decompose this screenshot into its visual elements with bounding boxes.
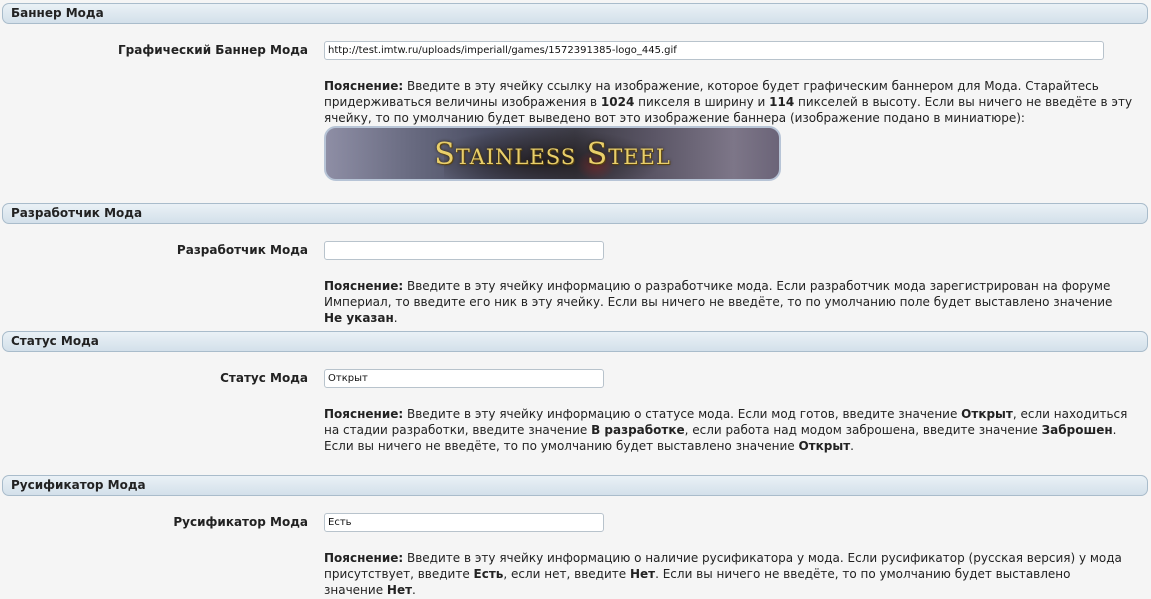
- rusifikator-description: Пояснение: Введите в эту ячейку информац…: [324, 551, 1122, 597]
- developer-input[interactable]: [324, 241, 604, 260]
- section-header-banner: Баннер Мода: [2, 3, 1148, 24]
- banner-description: Пояснение: Введите в эту ячейку ссылку н…: [324, 79, 1133, 125]
- developer-description: Пояснение: Введите в эту ячейку информац…: [324, 279, 1113, 325]
- banner-label: Графический Баннер Мода: [118, 43, 308, 57]
- rusifikator-label: Русификатор Мода: [173, 515, 308, 529]
- rusifikator-input[interactable]: [324, 513, 604, 532]
- desc-prefix: Пояснение:: [324, 79, 404, 93]
- section-header-developer: Разработчик Мода: [2, 203, 1148, 224]
- banner-url-input[interactable]: [324, 41, 1104, 60]
- status-input[interactable]: [324, 369, 604, 388]
- banner-preview-image: Stainless Steel: [324, 126, 781, 181]
- section-header-rusifikator: Русификатор Мода: [2, 475, 1148, 496]
- status-description: Пояснение: Введите в эту ячейку информац…: [324, 407, 1128, 453]
- banner-logo-text: Stainless Steel: [434, 137, 671, 172]
- developer-label: Разработчик Мода: [176, 243, 308, 257]
- status-label: Статус Мода: [220, 371, 308, 385]
- section-header-status: Статус Мода: [2, 331, 1148, 352]
